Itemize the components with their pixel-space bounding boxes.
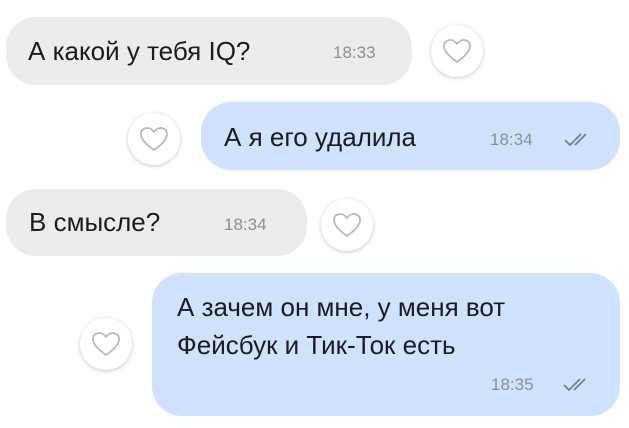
message-bubble-incoming[interactable]: В смысле? 18:34 — [6, 189, 307, 256]
heart-outline-icon — [140, 127, 168, 151]
message-text: А какой у тебя IQ? — [28, 36, 251, 66]
message-time: 18:34 — [490, 130, 533, 149]
heart-outline-icon — [92, 332, 120, 356]
message-text-line: Фейсбук и Тик-Ток есть — [177, 330, 456, 360]
message-bubble-outgoing[interactable]: А зачем он мне, у меня вот Фейсбук и Тик… — [152, 273, 620, 416]
like-button[interactable] — [321, 199, 373, 251]
heart-outline-icon — [333, 213, 361, 237]
like-button[interactable] — [431, 25, 483, 77]
message-time: 18:35 — [491, 375, 534, 394]
message-text: В смысле? — [29, 207, 161, 237]
message-time: 18:34 — [224, 215, 267, 234]
double-check-icon — [564, 133, 587, 147]
message-bubble-incoming[interactable]: А какой у тебя IQ? 18:33 — [6, 17, 412, 85]
double-check-icon — [563, 378, 586, 392]
message-text-line: А зачем он мне, у меня вот — [177, 292, 506, 322]
like-button[interactable] — [80, 318, 132, 370]
message-time: 18:33 — [333, 43, 376, 62]
message-text: А я его удалила — [224, 122, 417, 152]
like-button[interactable] — [128, 113, 180, 165]
message-bubble-outgoing[interactable]: А я его удалила 18:34 — [201, 102, 620, 170]
heart-outline-icon — [443, 39, 471, 63]
